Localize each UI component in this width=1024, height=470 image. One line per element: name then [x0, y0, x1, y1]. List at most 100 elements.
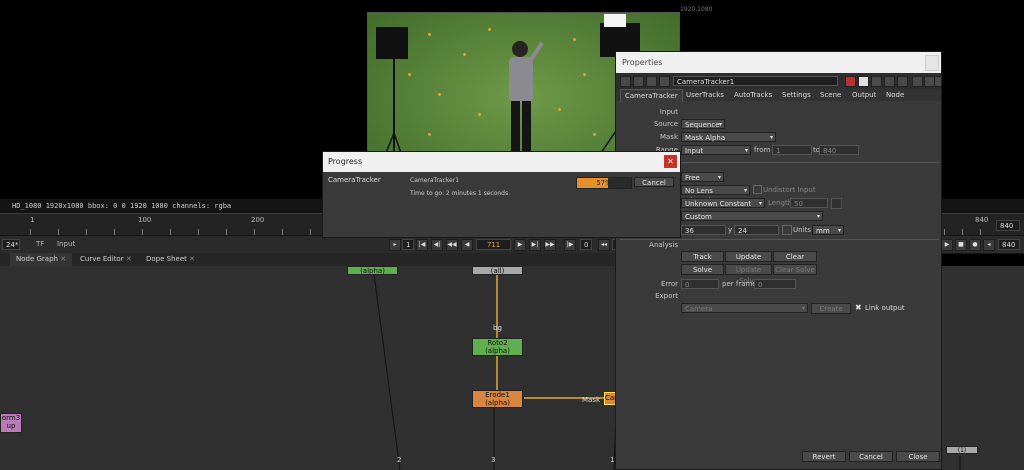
properties-title: Properties — [616, 52, 941, 73]
close-icon[interactable] — [934, 76, 942, 87]
record-icon[interactable]: ● — [969, 239, 981, 251]
record-icon[interactable] — [845, 76, 856, 87]
playback-mode-field[interactable]: 0 — [580, 239, 592, 250]
current-frame-field[interactable]: 711 — [476, 239, 511, 250]
tab-cameratracker[interactable]: CameraTracker — [620, 89, 683, 102]
node-color-icon[interactable] — [633, 76, 644, 87]
roto2-node-name: Roto2 — [487, 339, 508, 347]
solve-button[interactable]: Solve — [681, 264, 724, 275]
close-button[interactable]: Close — [896, 451, 940, 462]
play-backward-fast-button[interactable]: ◀◀ — [446, 239, 458, 251]
tab-usertracks[interactable]: UserTracks — [682, 89, 728, 101]
input-icon[interactable] — [884, 76, 895, 87]
clear-tracks-button[interactable]: Clear Tracks — [773, 251, 817, 272]
tab-node[interactable]: Node — [882, 89, 908, 101]
from-label: from — [754, 146, 771, 154]
clear-solve-button[interactable]: Clear Solve — [773, 264, 817, 275]
tab-node-graph[interactable]: Node Graph ✕ — [10, 253, 73, 266]
units-dropdown[interactable]: mm — [812, 225, 844, 236]
skip-back-icon[interactable]: ◂◂ — [598, 239, 610, 251]
cancel-button[interactable]: Cancel — [849, 451, 893, 462]
per-frame-label: per frame — [722, 280, 757, 288]
length-animation-icon[interactable] — [831, 198, 842, 209]
link-output-checkbox[interactable]: ✖ — [855, 303, 862, 312]
panel-tab-bar: Node Graph ✕ Curve Editor ✕ Dope Sheet ✕ — [0, 253, 620, 267]
tab-autotracks[interactable]: AutoTracks — [730, 89, 776, 101]
progress-cancel-button[interactable]: Cancel — [634, 177, 674, 187]
lens-distortion-dropdown[interactable]: No Lens Distortion — [681, 185, 750, 205]
timeline-end-field[interactable]: 840 — [996, 220, 1020, 231]
node-name-field[interactable]: CameraTracker1 — [673, 76, 838, 86]
source-label: Source — [653, 120, 678, 128]
erode1-node[interactable]: Erode1 (alpha) — [472, 390, 523, 408]
tab-curve-editor[interactable]: Curve Editor ✕ — [74, 253, 138, 266]
undistort-label: Undistort Input — [763, 186, 816, 194]
film-back-dropdown[interactable]: Custom — [681, 211, 823, 222]
fps-field[interactable]: 24* — [2, 239, 20, 250]
roto2-node[interactable]: Roto2 (alpha) — [472, 338, 523, 356]
mask-dropdown[interactable]: Mask Alpha — [681, 132, 776, 143]
undistort-checkbox[interactable] — [753, 185, 762, 194]
track-button[interactable]: Track — [681, 251, 724, 262]
collapse-icon[interactable] — [620, 76, 631, 87]
transform3-node[interactable]: orm3 up — [0, 413, 22, 433]
next-keyframe-button[interactable]: ▶| — [529, 239, 541, 251]
progress-node-label: CameraTracker1 — [410, 177, 460, 184]
tab-scene[interactable]: Scene — [816, 89, 845, 101]
snapshot-icon[interactable] — [858, 76, 869, 87]
play-forward-fast-button[interactable]: ▶▶ — [544, 239, 556, 251]
range-icon[interactable]: ◂ — [983, 239, 995, 251]
close-icon[interactable]: ✕ — [664, 155, 677, 168]
from-field[interactable]: 1 — [772, 145, 812, 155]
update-track-button[interactable]: Update Track — [725, 251, 772, 272]
undo-icon[interactable] — [659, 76, 670, 87]
playback-toggle-icon[interactable]: ▸ — [389, 239, 401, 251]
history-icon[interactable] — [646, 76, 657, 87]
first-frame-button[interactable]: |◀ — [416, 239, 428, 251]
properties-toolbar: CameraTracker1 — [616, 73, 942, 90]
play-backward-button[interactable]: ◀ — [461, 239, 473, 251]
viewer-icon[interactable] — [871, 76, 882, 87]
export-dropdown[interactable]: Camera — [681, 303, 808, 314]
properties-window-control[interactable] — [925, 55, 939, 71]
end-frame-field[interactable]: 840 — [998, 239, 1020, 250]
tf-label[interactable]: TF — [36, 240, 44, 248]
settings-icon[interactable] — [897, 76, 908, 87]
length-field[interactable]: 50 — [790, 198, 828, 208]
length-label: Length — [768, 199, 793, 207]
create-button[interactable]: Create — [811, 303, 851, 314]
tab-settings[interactable]: Settings — [778, 89, 815, 101]
progress-dialog: Progress ✕ CameraTracker CameraTracker1 … — [322, 151, 681, 238]
camera-motion-dropdown[interactable]: Free Camera — [681, 172, 724, 192]
revert-button[interactable]: Revert — [802, 451, 846, 462]
format-label: 1920,1080 — [680, 6, 713, 13]
stop-icon[interactable]: ■ — [955, 239, 967, 251]
bg-input-label: bg — [493, 324, 502, 332]
update-solve-button[interactable]: Update Solve — [725, 264, 772, 285]
analysis-label: Analysis — [649, 241, 678, 249]
per-frame-field[interactable]: 0 — [754, 279, 796, 289]
viewer-node[interactable]: (1) — [946, 446, 978, 454]
tab-dope-sheet[interactable]: Dope Sheet ✕ — [140, 253, 201, 266]
film-x-field[interactable]: 36 — [681, 225, 726, 235]
source-dropdown[interactable]: Sequence — [681, 119, 725, 130]
range-dropdown[interactable]: Input — [681, 145, 751, 156]
tab-output[interactable]: Output — [848, 89, 880, 101]
focal-length-dropdown[interactable]: Unknown Constant — [681, 198, 765, 209]
last-frame-button[interactable]: |▶ — [564, 239, 576, 251]
properties-panel: Properties CameraTracker1 CameraTracker … — [615, 51, 942, 470]
to-field[interactable]: 840 — [819, 145, 859, 155]
play-forward-button[interactable]: ▶ — [514, 239, 526, 251]
mask-input-label: Mask — [582, 396, 601, 404]
prev-keyframe-button[interactable]: ◀| — [431, 239, 443, 251]
units-icon[interactable] — [782, 225, 792, 235]
help-icon[interactable] — [912, 76, 923, 87]
step-field[interactable]: 1 — [402, 239, 414, 250]
export-label: Export — [655, 292, 678, 300]
loop-icon[interactable]: ▶ — [941, 239, 953, 251]
error-field[interactable]: 0 — [681, 279, 719, 289]
film-y-field[interactable]: 24 — [734, 225, 779, 235]
range-mode-label[interactable]: Input — [57, 240, 75, 248]
read-node-green[interactable]: (alpha) — [347, 266, 398, 275]
read-node-grey[interactable]: (all) — [472, 266, 523, 275]
